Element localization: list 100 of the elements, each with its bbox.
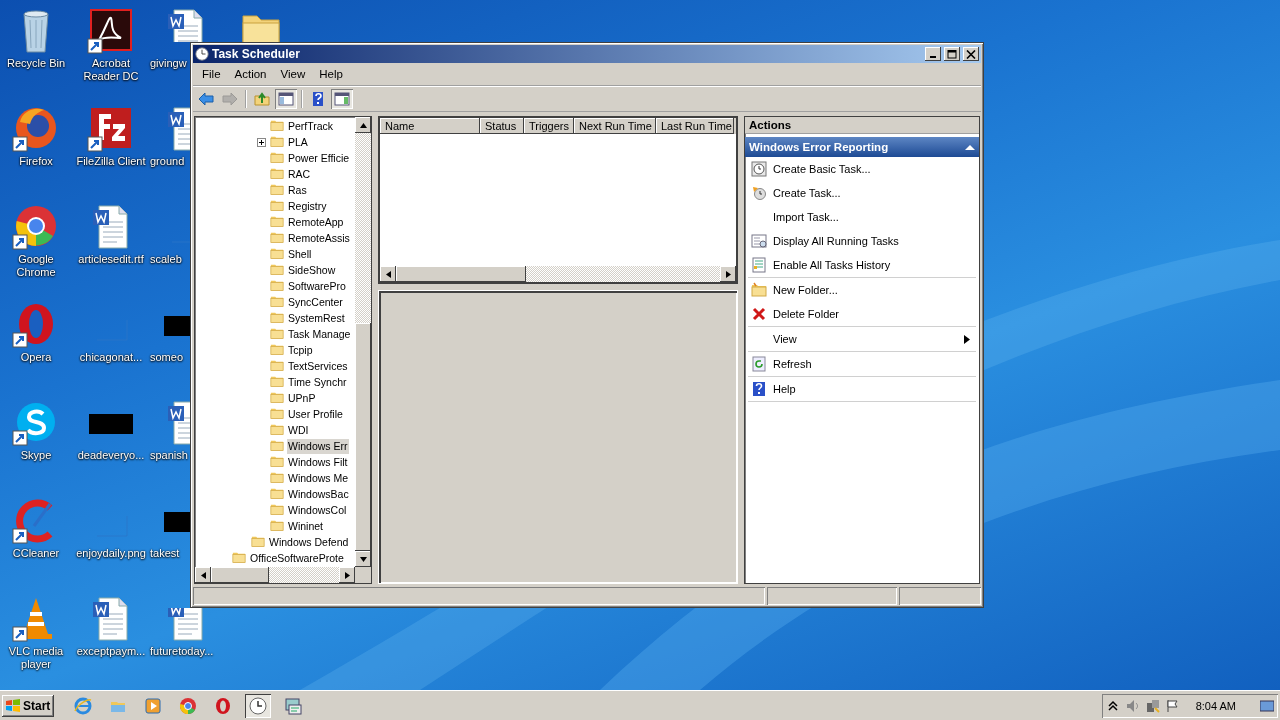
tree-item[interactable]: Windows Err xyxy=(287,438,349,454)
tree-item[interactable]: Time Synchr xyxy=(287,374,348,390)
folder-icon xyxy=(269,199,285,213)
tree-item[interactable]: WDI xyxy=(287,422,310,438)
network-icon[interactable] xyxy=(1145,698,1160,713)
vertical-scrollbar[interactable] xyxy=(355,117,371,567)
column-header[interactable]: Last Run Time xyxy=(656,118,734,134)
tree-item[interactable]: Ras xyxy=(287,182,308,198)
tree-item[interactable]: Windows Filt xyxy=(287,454,349,470)
media-player-icon xyxy=(144,696,162,715)
tree-item[interactable]: OfficeSoftwareProte xyxy=(249,550,345,566)
tree-item[interactable]: Task Manage xyxy=(287,326,352,342)
command-link[interactable]: Create Basic Task... xyxy=(748,157,976,181)
icon-label[interactable]: scaleb xyxy=(150,253,182,266)
command-link[interactable]: Display All Running Tasks xyxy=(748,229,976,253)
tree-item[interactable]: RAC xyxy=(287,166,312,182)
icon-label[interactable]: CCleaner xyxy=(12,547,60,560)
expand-icon[interactable] xyxy=(257,137,266,147)
tree-item[interactable]: WindowsCol xyxy=(287,502,348,518)
icon-label[interactable]: givingw xyxy=(150,57,187,70)
icon-label[interactable]: chicagonat... xyxy=(79,351,143,364)
tree-item[interactable]: SideShow xyxy=(287,262,337,278)
command-link[interactable]: New Folder... xyxy=(748,278,976,302)
folder-icon xyxy=(269,151,285,165)
scroll-left-button[interactable] xyxy=(380,266,396,282)
menu-item[interactable]: Help xyxy=(312,66,350,82)
icon-label[interactable]: Google Chrome xyxy=(0,253,73,279)
icon-label[interactable]: Acrobat Reader DC xyxy=(74,57,148,83)
tree-item[interactable]: PLA xyxy=(287,134,309,150)
tree-item[interactable]: SyncCenter xyxy=(287,294,344,310)
close-button[interactable] xyxy=(963,47,979,61)
action-pane-button[interactable] xyxy=(331,89,353,109)
folder-icon xyxy=(269,423,285,437)
command-link[interactable]: Create Task... xyxy=(748,181,976,205)
icon-label[interactable]: articlesedit.rtf xyxy=(78,253,144,266)
column-header[interactable]: Next Run Time xyxy=(574,118,656,134)
tree-item[interactable]: Wininet xyxy=(287,518,324,534)
column-header[interactable]: Name xyxy=(380,118,480,134)
horizontal-scrollbar[interactable] xyxy=(380,266,736,282)
command-link[interactable]: Import Task... xyxy=(748,205,976,229)
command-link[interactable]: Help xyxy=(748,377,976,401)
tree-item[interactable]: Windows Defend xyxy=(268,534,350,550)
help-icon xyxy=(751,381,767,397)
scroll-up-button[interactable] xyxy=(355,117,371,133)
scroll-right-button[interactable] xyxy=(339,567,355,583)
tree-item[interactable]: Shell xyxy=(287,246,313,262)
tree-item[interactable]: PerfTrack xyxy=(287,118,335,134)
icon-label[interactable]: Skype xyxy=(20,449,52,462)
icon-label[interactable]: spanish xyxy=(150,449,188,462)
browser-icon xyxy=(74,696,92,715)
collapse-icon[interactable] xyxy=(965,143,975,151)
tree-item[interactable]: Windows Me xyxy=(287,470,350,486)
icon-label[interactable]: Recycle Bin xyxy=(6,57,66,70)
icon-label[interactable]: Opera xyxy=(20,351,52,364)
command-link[interactable]: Delete Folder xyxy=(748,302,976,326)
folder-icon xyxy=(269,375,285,389)
section-header[interactable]: Windows Error Reporting xyxy=(745,137,979,157)
maximize-button[interactable] xyxy=(944,47,960,61)
tree-item[interactable]: RemoteApp xyxy=(287,214,345,230)
clock-icon xyxy=(195,47,209,61)
show-desktop-icon[interactable] xyxy=(1260,698,1274,713)
icon-label[interactable]: deadeveryo... xyxy=(77,449,145,462)
tree-item[interactable]: User Profile xyxy=(287,406,344,422)
menu-item[interactable]: View xyxy=(273,66,313,82)
icon-label[interactable]: takest xyxy=(150,547,180,560)
horizontal-scrollbar[interactable] xyxy=(195,567,371,583)
icon-label[interactable]: ground xyxy=(150,155,185,168)
command-link[interactable]: View xyxy=(748,327,976,351)
scroll-right-button[interactable] xyxy=(720,266,736,282)
pane-heading: Actions xyxy=(745,117,979,134)
tree-item[interactable]: UPnP xyxy=(287,390,317,406)
command-link[interactable]: Enable All Tasks History xyxy=(748,253,976,277)
minimize-button[interactable] xyxy=(925,47,941,61)
folder-icon xyxy=(269,439,285,453)
tree-item[interactable]: Registry xyxy=(287,198,328,214)
folder-icon xyxy=(269,183,285,197)
flag-icon[interactable] xyxy=(1165,698,1180,713)
pdf-reader-icon[interactable] xyxy=(87,6,135,54)
icon-label[interactable]: Firefox xyxy=(19,155,53,168)
scroll-down-button[interactable] xyxy=(355,551,371,567)
icon-label[interactable]: someo xyxy=(150,351,184,364)
tree-item[interactable]: TextServices xyxy=(287,358,349,374)
tree-item[interactable]: Tcpip xyxy=(287,342,314,358)
tree-item[interactable]: RemoteAssis xyxy=(287,230,351,246)
icon-label[interactable]: enjoydaily.png xyxy=(76,547,146,560)
tree-item[interactable]: Power Efficie xyxy=(287,150,351,166)
menu-item[interactable]: Action xyxy=(227,66,274,82)
clock-time[interactable]: 8:04 AM xyxy=(1195,699,1236,712)
start-button[interactable]: Start xyxy=(2,694,54,717)
icon-label[interactable]: FileZilla Client xyxy=(76,155,146,168)
tree-item[interactable]: SoftwarePro xyxy=(287,278,347,294)
console-tree-button[interactable] xyxy=(275,89,297,109)
column-header[interactable]: Triggers xyxy=(524,118,574,134)
command-link[interactable]: Refresh xyxy=(748,352,976,376)
column-header[interactable]: Status xyxy=(480,118,524,134)
menu-item[interactable]: File xyxy=(195,66,228,82)
tree-item[interactable]: WindowsBac xyxy=(287,486,350,502)
tree-item[interactable]: SystemRest xyxy=(287,310,346,326)
scroll-left-button[interactable] xyxy=(195,567,211,583)
taskbar-button[interactable] xyxy=(245,693,271,718)
